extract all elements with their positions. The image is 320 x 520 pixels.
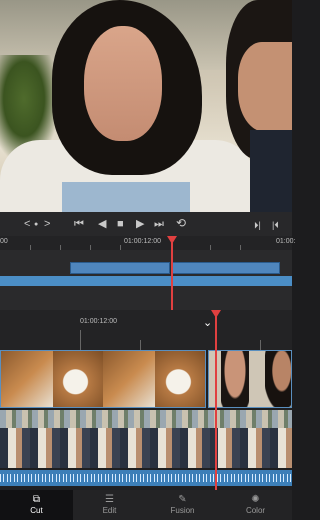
ruler-tick <box>140 340 141 350</box>
overview-audio-track[interactable] <box>0 276 292 286</box>
play-button[interactable]: ▶ <box>136 216 144 232</box>
upper-timeline[interactable]: 00 01:00:12:00 01:00: <box>0 236 296 310</box>
person-left-face <box>84 26 162 141</box>
lower-timeline-ruler[interactable]: 01:00:12:00 ⌄ <box>0 310 292 350</box>
upper-playhead[interactable] <box>171 240 173 310</box>
video-viewer[interactable] <box>0 0 292 212</box>
ruler-tick <box>120 245 121 250</box>
clip-thumbnail <box>0 410 292 428</box>
nav-edit[interactable]: ☰ Edit <box>73 490 146 520</box>
nav-label: Edit <box>102 506 117 515</box>
next-clip-button[interactable]: > <box>44 216 50 232</box>
clip-thumbnail <box>265 351 291 407</box>
ruler-tick <box>60 245 61 250</box>
nav-label: Color <box>245 506 266 515</box>
ruler-tick <box>260 340 261 350</box>
previous-clip-button[interactable]: < <box>24 216 30 232</box>
clip-thumbnail <box>103 351 155 407</box>
fusion-page-icon: ✎ <box>178 494 187 505</box>
overview-clip[interactable] <box>172 262 280 274</box>
previous-marker-button[interactable]: ⏵| <box>254 217 261 233</box>
person-right-face <box>238 42 292 132</box>
upper-timecode-mid: 01:00:12:00 <box>124 238 161 245</box>
clip-thumbnail <box>155 351 205 407</box>
lower-timecode: 01:00:12:00 <box>80 318 117 325</box>
nav-fusion[interactable]: ✎ Fusion <box>146 490 219 520</box>
page-navigation: ⧉ Cut ☰ Edit ✎ Fusion ✺ Color <box>0 490 292 520</box>
ruler-tick <box>210 245 211 250</box>
audio-waveform-track[interactable] <box>0 470 292 486</box>
clip-thumbnail <box>221 351 249 407</box>
clip-thumbnail <box>0 428 292 468</box>
video-clip-group[interactable] <box>0 410 292 468</box>
lower-playhead[interactable] <box>215 314 217 490</box>
ruler-tick <box>80 330 81 350</box>
to-start-button[interactable]: ⏮ <box>74 216 84 232</box>
edit-page-icon: ☰ <box>105 494 114 505</box>
stop-button[interactable]: ■ <box>117 216 124 232</box>
video-clip-cooking[interactable] <box>0 350 206 408</box>
to-end-button[interactable]: ⏭ <box>154 216 164 232</box>
ruler-tick <box>90 245 91 250</box>
transport-bar: < ● > ⏮ ◀ ■ ▶ ⏭ ⟲ ⏵| |⏴ <box>0 212 292 236</box>
color-page-icon: ✺ <box>251 494 260 505</box>
nav-label: Cut <box>30 506 43 515</box>
person-left-apron <box>62 182 190 212</box>
waveform <box>0 474 292 482</box>
upper-timeline-ruler[interactable]: 00 01:00:12:00 01:00: <box>0 236 296 250</box>
clip-dot-indicator: ● <box>34 221 39 228</box>
person-right-shirt <box>250 130 292 212</box>
ruler-tick <box>30 245 31 250</box>
play-reverse-button[interactable]: ◀ <box>98 216 106 232</box>
nav-cut[interactable]: ⧉ Cut <box>0 490 73 520</box>
clip-thumbnail <box>1 351 53 407</box>
video-clip-portrait[interactable] <box>208 350 292 408</box>
overview-clip[interactable] <box>70 262 170 274</box>
cut-page-icon: ⧉ <box>32 494 41 505</box>
lower-timeline[interactable]: 01:00:12:00 ⌄ <box>0 310 292 490</box>
upper-timecode-left: 00 <box>0 238 8 245</box>
next-marker-button[interactable]: |⏴ <box>272 217 279 233</box>
loop-icon[interactable]: ⟲ <box>176 215 186 231</box>
chevron-down-icon[interactable]: ⌄ <box>203 316 212 329</box>
ruler-tick <box>240 245 241 250</box>
nav-color[interactable]: ✺ Color <box>219 490 292 520</box>
nav-label: Fusion <box>170 506 195 515</box>
clip-thumbnail <box>53 351 103 407</box>
upper-timecode-right: 01:00: <box>276 238 296 245</box>
